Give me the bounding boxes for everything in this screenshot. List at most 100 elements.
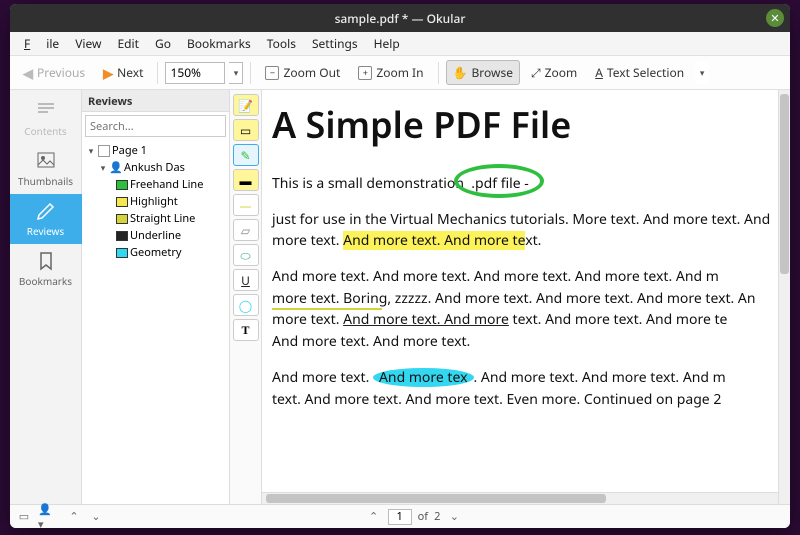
reviews-icon xyxy=(35,200,57,222)
anno-text-button[interactable]: T xyxy=(233,319,259,341)
scrollbar-thumb[interactable] xyxy=(266,494,606,503)
collapse-all-button[interactable]: ⌃ xyxy=(66,509,82,525)
text-selection-icon: A xyxy=(595,64,603,81)
tree-annotation-item[interactable]: Straight Line xyxy=(84,210,227,227)
color-swatch-icon xyxy=(116,231,128,241)
user-icon: 👤 xyxy=(110,162,122,174)
text-selection-dropdown[interactable]: ▾ xyxy=(695,62,709,84)
separator xyxy=(157,62,158,84)
twist-icon: ▾ xyxy=(86,144,96,157)
zoom-in-button[interactable]: + Zoom In xyxy=(351,60,430,85)
tree-item-label: Freehand Line xyxy=(130,177,203,192)
menu-edit[interactable]: Edit xyxy=(109,32,146,55)
previous-label: Previous xyxy=(37,64,85,81)
anno-stamp-button[interactable]: ⬭ xyxy=(233,244,259,266)
tree-annotation-item[interactable]: Highlight xyxy=(84,193,227,210)
highlight-annotation[interactable]: And more text. And more te xyxy=(343,231,525,250)
underline-annotation[interactable]: And more text. And more xyxy=(343,310,509,329)
tree-item-label: Underline xyxy=(130,228,181,243)
toolbar: ◀ Previous ▶ Next ▾ − Zoom Out + Zoom In… xyxy=(10,56,790,90)
menu-view[interactable]: View xyxy=(67,32,109,55)
main-body: Contents Thumbnails Reviews Bookmarks Re… xyxy=(10,90,790,504)
reviews-search-input[interactable] xyxy=(85,115,226,137)
menubar: File View Edit Go Bookmarks Tools Settin… xyxy=(10,32,790,56)
anno-inline-note-button[interactable]: ▭ xyxy=(233,119,259,141)
browse-label: Browse xyxy=(472,64,513,81)
zoom-out-icon: − xyxy=(265,66,279,80)
menu-bookmarks[interactable]: Bookmarks xyxy=(179,32,259,55)
color-swatch-icon xyxy=(116,180,128,190)
separator xyxy=(250,62,251,84)
anno-note-button[interactable]: 📝 xyxy=(233,94,259,116)
zoom-out-button[interactable]: − Zoom Out xyxy=(258,60,347,85)
window-close-button[interactable]: ✕ xyxy=(766,9,784,27)
paragraph-4: And more text. And more tex. And more te… xyxy=(272,367,782,410)
anno-line-button[interactable]: ― xyxy=(233,194,259,216)
tree-item-label: Highlight xyxy=(130,194,178,209)
window-title: sample.pdf * — Okular xyxy=(335,10,466,27)
contents-tab[interactable]: Contents xyxy=(10,94,82,144)
freehand-circle-annotation[interactable] xyxy=(454,164,544,198)
contents-label: Contents xyxy=(24,124,66,138)
author-filter-button[interactable]: 👤▾ xyxy=(38,509,54,525)
reviews-label: Reviews xyxy=(27,224,64,238)
page-down-button[interactable]: ⌄ xyxy=(446,509,462,525)
current-page-input[interactable] xyxy=(388,509,412,525)
anno-polygon-button[interactable]: ▱ xyxy=(233,219,259,241)
reviews-tree: ▾ Page 1 ▾ 👤 Ankush Das Freehand Line Hi… xyxy=(82,140,229,504)
annotation-toolbar: 📝 ▭ ✎ ▬ ― ▱ ⬭ U ◯ T xyxy=(230,90,262,504)
horizontal-scrollbar[interactable] xyxy=(262,492,778,504)
app-window: sample.pdf * — Okular ✕ File View Edit G… xyxy=(10,4,790,528)
tree-annotation-item[interactable]: Freehand Line xyxy=(84,176,227,193)
reviews-panel: Reviews ▾ Page 1 ▾ 👤 Ankush Das Freehand… xyxy=(82,90,230,504)
menu-go[interactable]: Go xyxy=(147,32,179,55)
zoom-dropdown-button[interactable]: ▾ xyxy=(229,62,243,84)
twist-icon: ▾ xyxy=(98,161,108,174)
zoom-tool-label: Zoom xyxy=(545,64,578,81)
vertical-scrollbar[interactable] xyxy=(778,90,790,504)
anno-underline-button[interactable]: U xyxy=(233,269,259,291)
tree-page-label: Page 1 xyxy=(112,143,147,158)
zoom-select[interactable] xyxy=(165,62,225,84)
page-up-button[interactable]: ⌃ xyxy=(366,509,382,525)
thumbnails-tab[interactable]: Thumbnails xyxy=(10,144,82,194)
anno-highlight-button[interactable]: ▬ xyxy=(233,169,259,191)
browse-tool-button[interactable]: ✋ Browse xyxy=(446,60,520,85)
menu-help[interactable]: Help xyxy=(366,32,408,55)
tree-annotation-item[interactable]: Geometry xyxy=(84,244,227,261)
pdf-viewport[interactable]: A Simple PDF File This is a small demons… xyxy=(262,90,790,504)
hand-icon: ✋ xyxy=(453,64,468,81)
reviews-tab[interactable]: Reviews xyxy=(10,194,82,244)
tree-author-node[interactable]: ▾ 👤 Ankush Das xyxy=(84,159,227,176)
zoom-in-label: Zoom In xyxy=(376,64,423,81)
previous-button[interactable]: ◀ Previous xyxy=(16,60,92,86)
arrow-left-icon: ◀ xyxy=(23,64,33,82)
zoom-tool-button[interactable]: ⤢ Zoom xyxy=(524,60,584,85)
scrollbar-thumb[interactable] xyxy=(780,94,789,274)
statusbar: ▭ 👤▾ ⌃ ⌄ ⌃ of 2 ⌄ xyxy=(10,504,790,528)
ellipse-annotation[interactable]: And more tex xyxy=(373,368,474,387)
arrow-right-icon: ▶ xyxy=(103,64,113,82)
menu-file[interactable]: File xyxy=(16,32,67,55)
anno-freehand-button[interactable]: ✎ xyxy=(233,144,259,166)
next-button[interactable]: ▶ Next xyxy=(96,60,150,86)
view-mode-button[interactable]: ▭ xyxy=(16,509,32,525)
bookmarks-tab[interactable]: Bookmarks xyxy=(10,244,82,294)
anno-ellipse-button[interactable]: ◯ xyxy=(233,294,259,316)
page-of-label: of xyxy=(418,509,428,524)
tree-annotation-item[interactable]: Underline xyxy=(84,227,227,244)
thumbnails-label: Thumbnails xyxy=(18,174,73,188)
total-pages-label: 2 xyxy=(434,509,440,524)
tree-author-label: Ankush Das xyxy=(124,160,185,175)
paragraph-1: This is a small demonstration .pdf file … xyxy=(272,173,782,195)
menu-tools[interactable]: Tools xyxy=(259,32,304,55)
menu-settings[interactable]: Settings xyxy=(304,32,366,55)
tree-item-label: Geometry xyxy=(130,245,181,260)
zoom-in-icon: + xyxy=(358,66,372,80)
left-panel: Contents Thumbnails Reviews Bookmarks xyxy=(10,90,82,504)
straight-line-annotation[interactable] xyxy=(272,308,382,310)
bookmarks-icon xyxy=(35,250,57,272)
expand-all-button[interactable]: ⌄ xyxy=(88,509,104,525)
tree-page-node[interactable]: ▾ Page 1 xyxy=(84,142,227,159)
text-selection-button[interactable]: A Text Selection xyxy=(588,60,691,85)
